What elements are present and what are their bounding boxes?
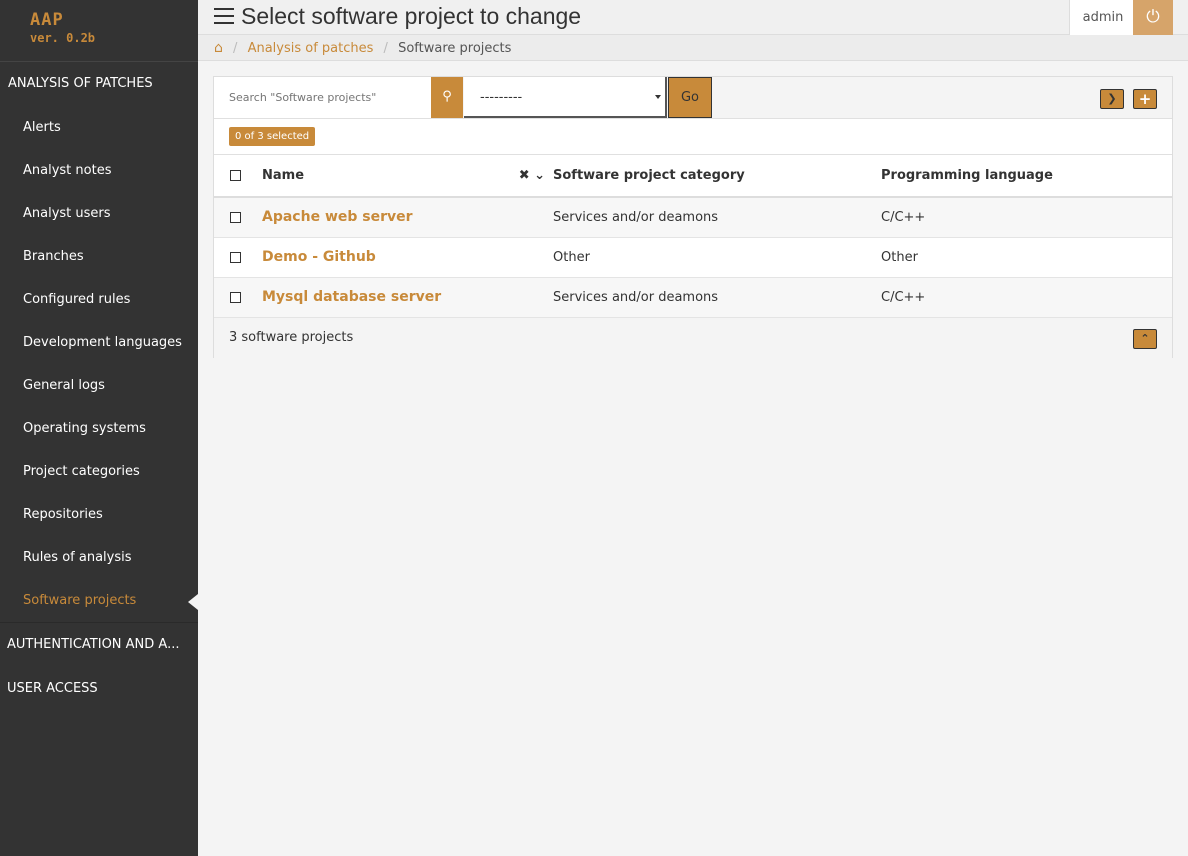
- selection-row: 0 of 3 selected: [214, 119, 1172, 155]
- select-all-checkbox[interactable]: [230, 170, 241, 181]
- sidebar-item-analyst-users[interactable]: Analyst users: [0, 192, 198, 235]
- table-row: Demo - Github Other Other: [214, 237, 1172, 277]
- search-icon[interactable]: ⚲: [431, 77, 463, 118]
- breadcrumb-analysis-of-patches[interactable]: Analysis of patches: [248, 41, 374, 56]
- changelist-panel: ⚲ --------- Go ❯ + 0 of 3 selected Name …: [213, 76, 1173, 358]
- column-name-label: Name: [262, 168, 305, 183]
- row-category-cell: Services and/or deamons: [553, 209, 719, 225]
- column-header-category[interactable]: Software project category: [553, 155, 881, 197]
- brand-version: ver. 0.2b: [30, 31, 96, 45]
- project-link[interactable]: Apache web server: [262, 209, 413, 225]
- row-category-cell: Other: [553, 249, 590, 265]
- breadcrumb-separator: /: [383, 41, 388, 56]
- section-authentication[interactable]: AUTHENTICATION AND A...: [0, 623, 198, 667]
- sidebar-item-rules-of-analysis[interactable]: Rules of analysis: [0, 536, 198, 579]
- project-link[interactable]: Mysql database server: [262, 289, 441, 305]
- go-button[interactable]: Go: [668, 77, 712, 118]
- breadcrumb-separator: /: [233, 41, 238, 56]
- row-name-cell: Mysql database server: [262, 277, 553, 317]
- breadcrumb: ⌂ / Analysis of patches / Software proje…: [198, 35, 1188, 61]
- chevron-up-icon[interactable]: ⌃: [1133, 328, 1157, 349]
- paginator: 3 software projects ⌃: [214, 317, 1172, 358]
- selection-counter-badge: 0 of 3 selected: [229, 127, 316, 146]
- changelist-toolbar: ⚲ --------- Go ❯ +: [214, 77, 1172, 119]
- sort-remove-icon[interactable]: ✖ ⌄: [519, 168, 545, 183]
- page-title: Select software project to change: [241, 3, 582, 29]
- row-category-cell: Services and/or deamons: [553, 289, 719, 305]
- row-language-cell: Other: [881, 249, 918, 265]
- table-row: Mysql database server Services and/or de…: [214, 277, 1172, 317]
- user-menu[interactable]: admin: [1069, 0, 1136, 35]
- row-language-cell: C/C++: [881, 209, 926, 225]
- select-all-cell: [214, 155, 262, 197]
- project-link[interactable]: Demo - Github: [262, 249, 376, 265]
- home-icon[interactable]: ⌂: [214, 40, 223, 56]
- sidebar-item-development-languages[interactable]: Development languages: [0, 321, 198, 364]
- sidebar-item-software-projects[interactable]: Software projects: [0, 579, 198, 622]
- row-name-cell: Demo - Github: [262, 237, 553, 277]
- header-bar: Select software project to change admin …: [198, 0, 1188, 35]
- sidebar-item-project-categories[interactable]: Project categories: [0, 450, 198, 493]
- result-count: 3 software projects: [229, 329, 354, 345]
- hamburger-menu-icon[interactable]: [214, 8, 234, 26]
- row-checkbox[interactable]: [230, 211, 241, 223]
- add-icon[interactable]: +: [1133, 89, 1157, 109]
- sidebar-item-configured-rules[interactable]: Configured rules: [0, 278, 198, 321]
- sidebar-item-operating-systems[interactable]: Operating systems: [0, 407, 198, 450]
- row-checkbox[interactable]: [230, 251, 241, 263]
- sidebar-item-branches[interactable]: Branches: [0, 235, 198, 278]
- action-select-value: ---------: [480, 90, 523, 105]
- column-header-language[interactable]: Programming language: [881, 155, 1172, 197]
- table-row: Apache web server Services and/or deamon…: [214, 197, 1172, 237]
- nav-group-analysis: ANALYSIS OF PATCHES Alerts Analyst notes…: [0, 62, 198, 623]
- sidebar: AAP ver. 0.2b ANALYSIS OF PATCHES Alerts…: [0, 0, 198, 856]
- action-select[interactable]: ---------: [464, 77, 667, 118]
- section-user-access[interactable]: USER ACCESS: [0, 667, 198, 711]
- sidebar-item-alerts[interactable]: Alerts: [0, 106, 198, 149]
- row-checkbox-cell: [214, 197, 262, 237]
- table-header-row: Name ✖ ⌄ Software project category Progr…: [214, 155, 1172, 197]
- column-header-name[interactable]: Name ✖ ⌄: [262, 155, 553, 197]
- caret-down-icon: [655, 95, 661, 99]
- result-table: Name ✖ ⌄ Software project category Progr…: [214, 155, 1172, 318]
- sidebar-item-general-logs[interactable]: General logs: [0, 364, 198, 407]
- section-analysis-of-patches[interactable]: ANALYSIS OF PATCHES: [0, 62, 198, 106]
- brand-logo[interactable]: AAP ver. 0.2b: [0, 0, 198, 62]
- brand-name: AAP: [30, 10, 64, 30]
- search-input[interactable]: [214, 77, 431, 118]
- logout-power-icon[interactable]: ⏻: [1133, 0, 1173, 35]
- row-checkbox-cell: [214, 277, 262, 317]
- row-checkbox[interactable]: [230, 291, 241, 303]
- breadcrumb-current: Software projects: [398, 41, 512, 56]
- sidebar-item-repositories[interactable]: Repositories: [0, 493, 198, 536]
- row-checkbox-cell: [214, 237, 262, 277]
- row-language-cell: C/C++: [881, 289, 926, 305]
- row-name-cell: Apache web server: [262, 197, 553, 237]
- chevron-down-icon[interactable]: ❯: [1100, 89, 1124, 109]
- sidebar-item-analyst-notes[interactable]: Analyst notes: [0, 149, 198, 192]
